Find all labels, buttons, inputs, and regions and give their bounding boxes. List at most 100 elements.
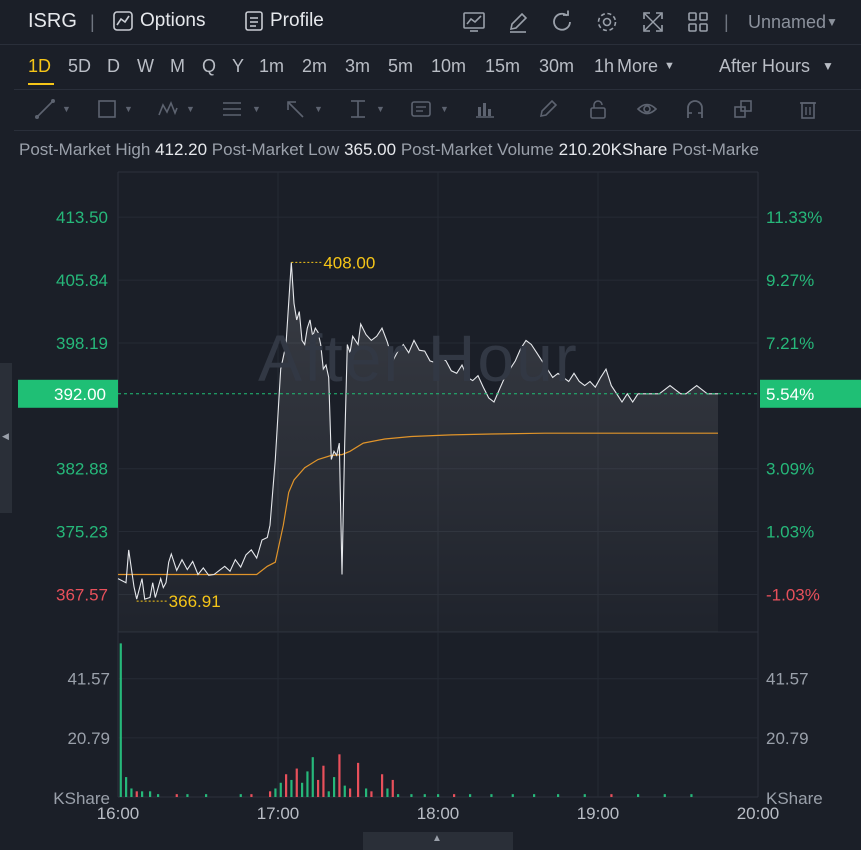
volume-bar [511,794,514,797]
interval-15m[interactable]: 15m [485,56,520,77]
current-price-text: 392.00 [54,385,106,404]
more-intervals-dropdown[interactable]: More ▼ [617,56,675,77]
volume-value: 210.20KShare [558,140,668,159]
y-tick-left: 367.57 [56,585,108,604]
x-tick-label: 16:00 [97,804,140,823]
session-dropdown[interactable]: After Hours ▼ [719,56,834,77]
interval-d[interactable]: D [107,56,120,77]
price-chart[interactable]: 408.00 366.91 413.50 11.33% 405.84 9.27% 398.… [0,170,861,850]
volume-bar [322,765,325,797]
high-value: 412.20 [155,140,208,159]
interval-3m[interactable]: 3m [345,56,370,77]
caret-down-icon: ▼ [664,60,675,72]
volume-tick-left: 20.79 [67,729,110,748]
interval-1h[interactable]: 1h [594,56,614,77]
interval-m[interactable]: M [170,56,185,77]
indicator-icon[interactable] [462,10,486,34]
ticker-symbol[interactable]: ISRG [28,10,77,33]
fibonacci-tool-icon[interactable] [221,98,243,120]
left-panel-handle[interactable]: ◀ [0,363,12,513]
interval-5m[interactable]: 5m [388,56,413,77]
interval-1m[interactable]: 1m [259,56,284,77]
rectangle-tool-icon[interactable] [96,98,118,120]
volume-bar [690,794,693,797]
x-tick-label: 20:00 [737,804,780,823]
profile-tab[interactable]: Profile [244,10,324,32]
volume-bar [469,794,472,797]
volume-bar [423,794,426,797]
volume-tick-right: 20.79 [766,729,809,748]
post-market-stats: Post-Market High 412.20 Post-Market Low … [19,140,759,160]
volume-bars [119,643,693,797]
interval-10m[interactable]: 10m [431,56,466,77]
y-tick-right: -1.03% [766,585,820,604]
layers-icon[interactable] [732,98,754,120]
volume-bar [135,791,138,797]
y-tick-right: 3.09% [766,460,814,479]
volume-bar [397,794,400,797]
volume-bar [205,794,208,797]
caret-down-icon: ▼ [124,104,133,114]
y-tick-right: 1.03% [766,523,814,542]
volume-bar [157,794,160,797]
pattern-tool-icon[interactable] [157,98,179,120]
interval-1d[interactable]: 1D [28,56,51,77]
fullscreen-icon[interactable] [641,10,665,34]
truncated-stat-label: Post-Marke [672,140,759,159]
measure-tool-icon[interactable] [347,98,369,120]
volume-bar [391,779,394,797]
trash-icon[interactable] [797,98,819,120]
volume-bar [663,794,666,797]
interval-w[interactable]: W [137,56,154,77]
high-label: Post-Market High [19,140,151,159]
chart-area[interactable]: 408.00 366.91 413.50 11.33% 405.84 9.27% 398.… [0,170,861,850]
y-tick-left: 398.19 [56,334,108,353]
interval-2m[interactable]: 2m [302,56,327,77]
volume-bar [327,791,330,797]
volume-bar [285,774,288,797]
options-tab[interactable]: Options [112,10,205,32]
high-marker-label: 408.00 [323,253,375,272]
volume-tick-left: 41.57 [67,670,110,689]
eye-icon[interactable] [636,98,658,120]
volume-bar [370,791,373,797]
volume-bar [583,794,586,797]
edit-icon[interactable] [506,10,530,34]
bar-marker-tool-icon[interactable] [474,98,496,120]
magnet-icon[interactable] [684,98,706,120]
gear-icon[interactable] [595,10,619,34]
interval-30m[interactable]: 30m [539,56,574,77]
volume-bar [333,777,336,797]
low-marker-label: 366.91 [169,592,221,611]
volume-bar [130,788,133,797]
refresh-icon[interactable] [550,10,574,34]
options-label: Options [140,10,206,31]
layout-name-dropdown[interactable]: Unnamed▼ [748,12,838,33]
y-tick-left: 405.84 [56,271,108,290]
document-icon [245,11,263,31]
caret-down-icon: ▼ [62,104,71,114]
caret-down-icon: ▼ [826,15,838,29]
volume-bar [410,794,413,797]
pen-tool-icon[interactable] [537,98,559,120]
more-label: More [617,56,659,76]
lock-icon[interactable] [587,98,609,120]
drawing-toolbar: ▼ ▼ ▼ ▼ ▼ ▼ ▼ [14,89,861,131]
text-tool-icon[interactable] [410,98,432,120]
interval-y[interactable]: Y [232,56,244,77]
volume-bar [149,791,152,797]
active-interval-indicator [28,83,54,85]
volume-bar [453,794,456,797]
bottom-panel-handle[interactable]: ▲ [363,832,513,850]
volume-bar [311,757,314,797]
arrow-tool-icon[interactable] [284,98,306,120]
volume-bar [175,794,178,797]
y-tick-right: 9.27% [766,271,814,290]
x-tick-label: 17:00 [257,804,300,823]
layout-grid-icon[interactable] [686,10,710,34]
volume-bar [343,785,346,797]
interval-5d[interactable]: 5D [68,56,91,77]
volume-bar [301,782,304,797]
trendline-tool-icon[interactable] [34,98,56,120]
interval-q[interactable]: Q [202,56,216,77]
